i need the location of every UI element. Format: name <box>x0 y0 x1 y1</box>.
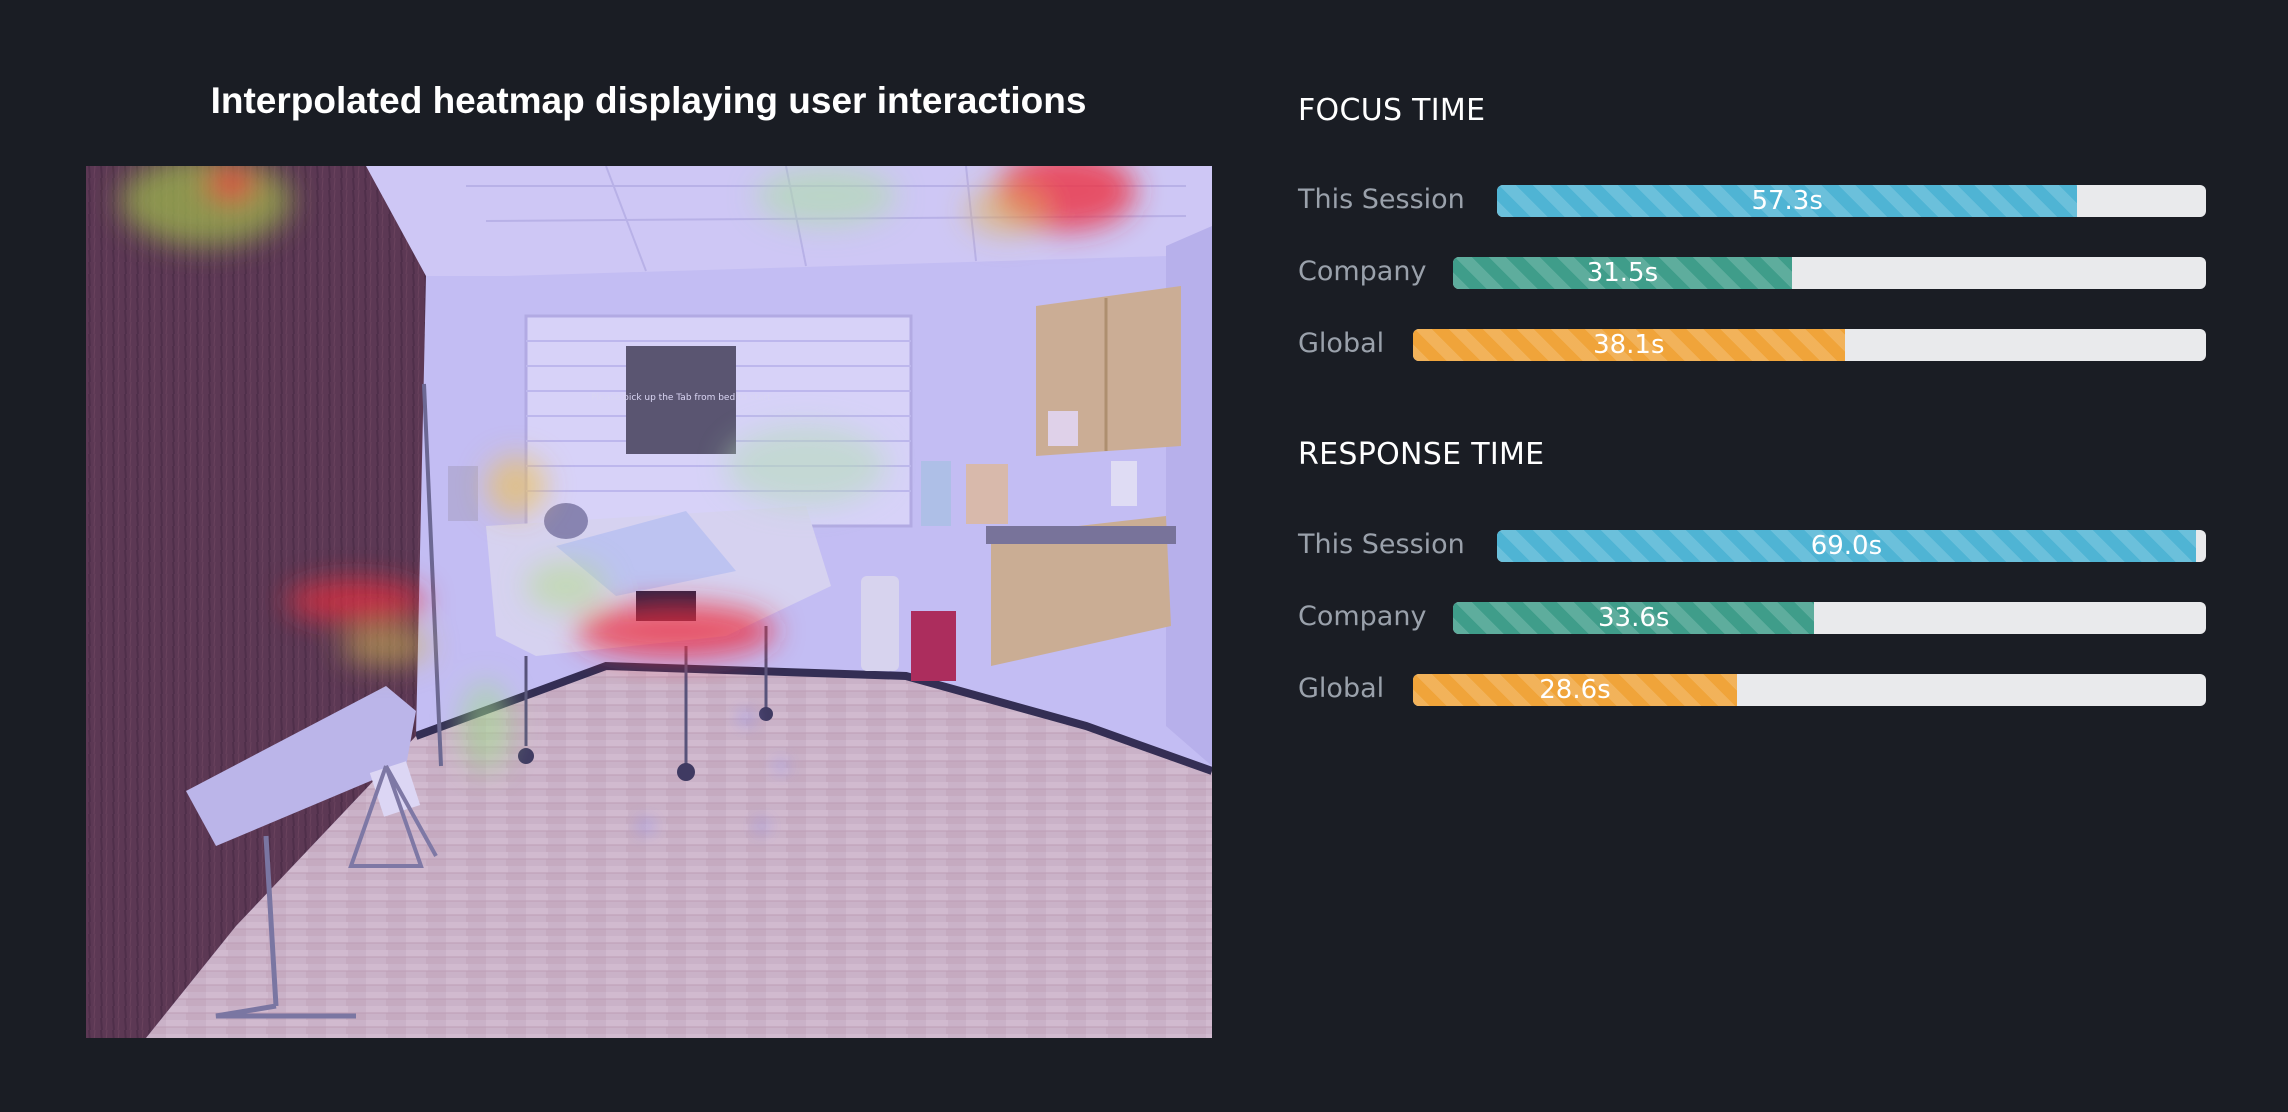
metric-label: This Session <box>1298 529 1465 560</box>
metric-label: Global <box>1298 328 1385 359</box>
progress-fill: 31.5s <box>1453 257 1792 289</box>
progress-track: 31.5s <box>1453 257 2206 289</box>
metric-value: 38.1s <box>1593 330 1665 360</box>
response-time-row-this-session: This Session 69.0s <box>1298 528 2206 562</box>
metric-value: 33.6s <box>1598 603 1670 633</box>
progress-fill: 33.6s <box>1453 602 1815 634</box>
focus-time-row-this-session: This Session 57.3s <box>1298 183 2206 217</box>
response-time-row-global: Global 28.6s <box>1298 672 2206 706</box>
focus-time-title: FOCUS TIME <box>1298 93 1486 128</box>
progress-fill: 57.3s <box>1497 185 2078 217</box>
progress-fill: 38.1s <box>1413 329 1845 361</box>
metric-label: Global <box>1298 673 1385 704</box>
response-time-title: RESPONSE TIME <box>1298 437 1545 472</box>
heatmap-image[interactable]: Please pick up the Tab from bed to start <box>86 166 1212 1038</box>
progress-track: 33.6s <box>1453 602 2206 634</box>
metric-value: 28.6s <box>1539 675 1611 705</box>
progress-track: 38.1s <box>1413 329 2206 361</box>
focus-time-row-global: Global 38.1s <box>1298 327 2206 361</box>
metric-label: Company <box>1298 601 1427 632</box>
metric-label: This Session <box>1298 184 1465 215</box>
heatmap-title: Interpolated heatmap displaying user int… <box>210 80 1087 121</box>
progress-track: 28.6s <box>1413 674 2206 706</box>
metric-label: Company <box>1298 256 1427 287</box>
metric-value: 57.3s <box>1751 186 1823 216</box>
metric-value: 31.5s <box>1586 258 1659 288</box>
progress-fill: 28.6s <box>1413 674 1737 706</box>
metrics-panel: FOCUS TIME This Session 57.3s Company 31.5s… <box>1298 0 2208 1112</box>
response-time-row-company: Company 33.6s <box>1298 600 2206 634</box>
metric-value: 69.0s <box>1810 531 1883 561</box>
progress-fill: 69.0s <box>1497 530 2196 562</box>
focus-time-row-company: Company 31.5s <box>1298 255 2206 289</box>
progress-track: 57.3s <box>1497 185 2206 217</box>
progress-track: 69.0s <box>1497 530 2206 562</box>
